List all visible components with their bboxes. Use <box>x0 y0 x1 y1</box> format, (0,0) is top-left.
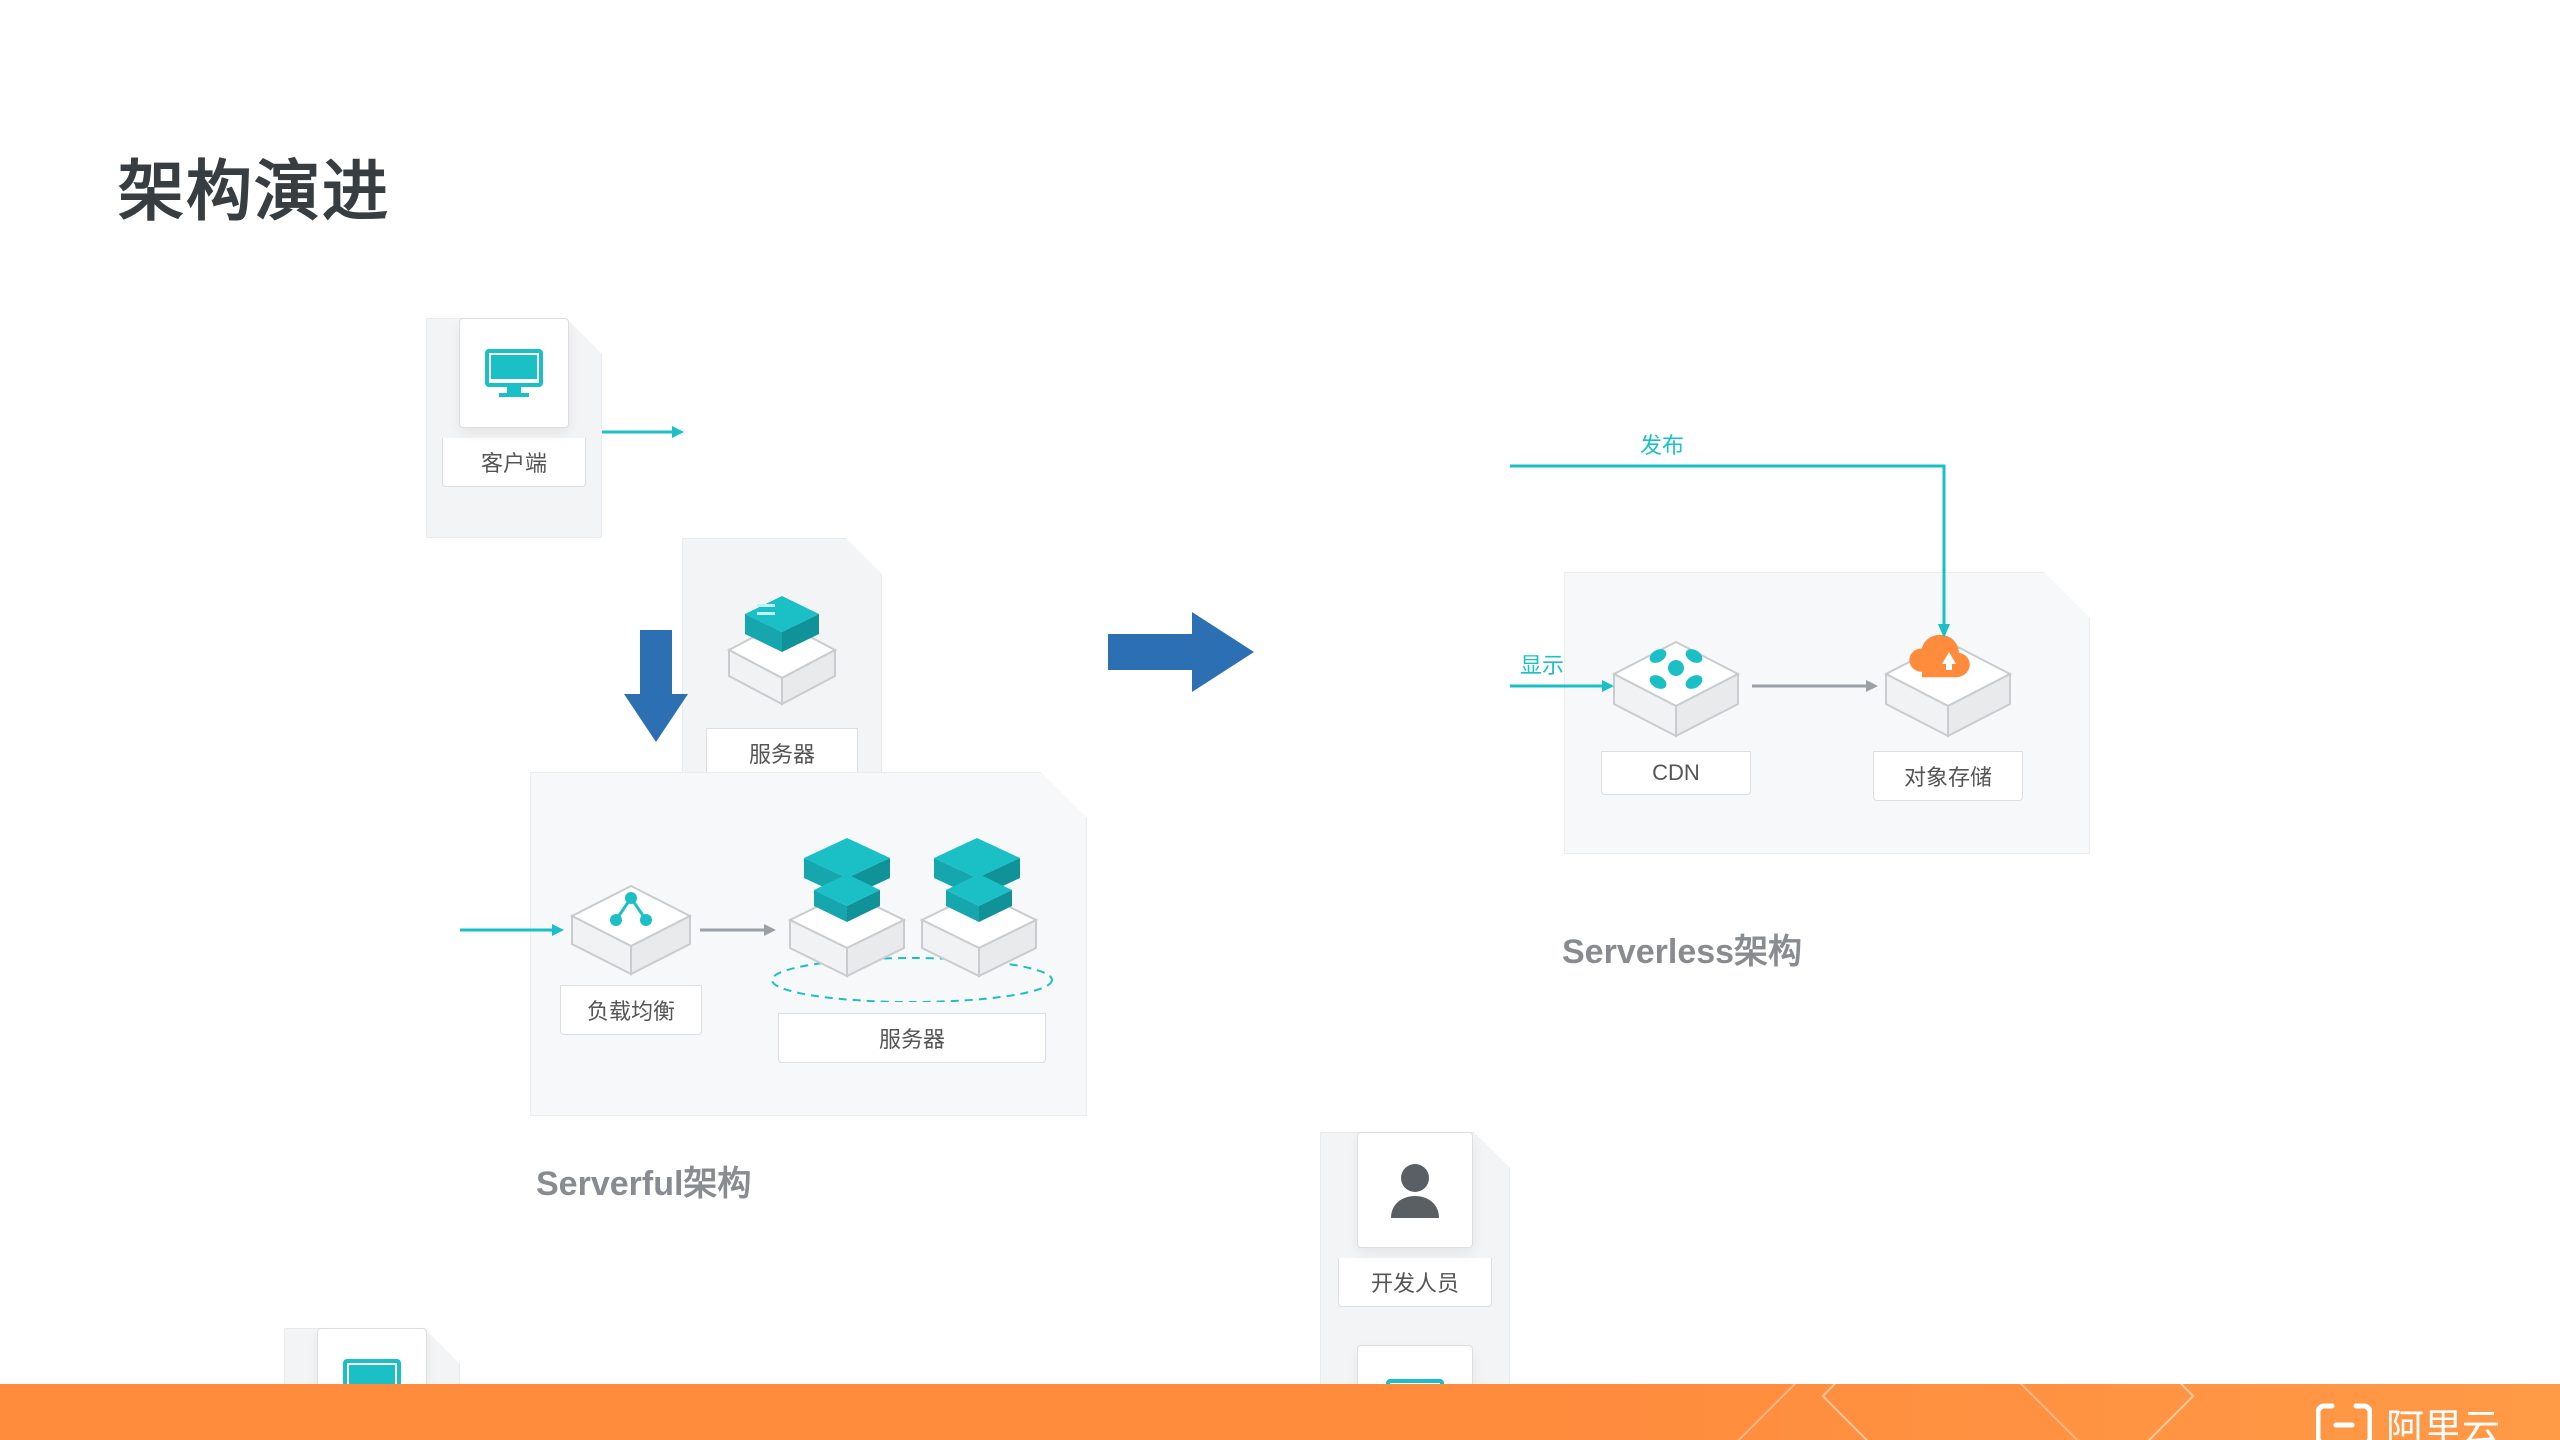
user-icon <box>1357 1132 1473 1248</box>
brand-logo: 阿里云 <box>2316 1397 2500 1440</box>
label-server-1: 服务器 <box>706 728 858 778</box>
lb-node: 负载均衡 <box>556 856 706 1035</box>
card-client-1: 客户端 <box>426 318 602 538</box>
footer-bar: 阿里云 <box>0 1384 2560 1440</box>
label-lb: 负载均衡 <box>560 985 702 1035</box>
server-cube-icon <box>717 592 847 717</box>
label-oss: 对象存储 <box>1873 751 2023 801</box>
label-client-1: 客户端 <box>442 438 586 487</box>
right-arrow-icon <box>1108 604 1258 705</box>
label-servers: 服务器 <box>778 1013 1046 1063</box>
down-arrow-icon <box>616 630 696 755</box>
slide: 架构演进 客户端 服务器 <box>0 28 2560 1440</box>
label-cdn: CDN <box>1601 751 1751 795</box>
edge-publish: 发布 <box>1640 428 1684 460</box>
arrow-client-lb <box>460 920 564 940</box>
label-serverful: Serverful架构 <box>536 1156 751 1205</box>
bracket-icon <box>2316 1402 2372 1440</box>
brand-text: 阿里云 <box>2386 1397 2500 1440</box>
arrow-lb-servers <box>700 920 776 940</box>
label-dev: 开发人员 <box>1338 1258 1492 1307</box>
arrow-dev-oss <box>1510 448 1990 658</box>
edge-display: 显示 <box>1520 648 1564 680</box>
label-serverless: Serverless架构 <box>1562 924 1802 973</box>
card-server-1: 服务器 <box>682 538 882 800</box>
arrow-cdn-oss <box>1752 676 1878 696</box>
server-cluster: 服务器 <box>762 832 1062 1063</box>
arrow-client-server <box>602 422 684 442</box>
page-title: 架构演进 <box>118 138 390 234</box>
monitor-icon <box>459 318 569 428</box>
